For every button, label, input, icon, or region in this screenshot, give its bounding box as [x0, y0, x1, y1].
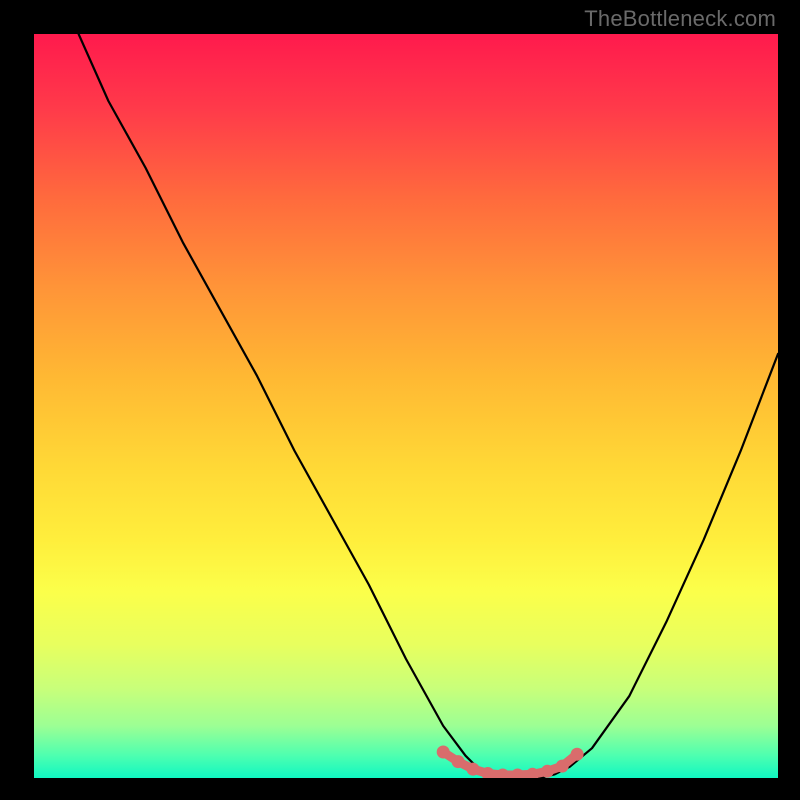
optimal-range-dot [511, 769, 524, 779]
optimal-range-markers [437, 746, 584, 779]
optimal-range-dot [571, 748, 584, 761]
optimal-range-dot [496, 769, 509, 779]
bottleneck-curve [79, 34, 778, 778]
optimal-range-dot [541, 765, 554, 778]
optimal-range-dot [437, 746, 450, 759]
plot-area [34, 34, 778, 778]
optimal-range-dot [452, 755, 465, 768]
optimal-range-dot [556, 760, 569, 773]
chart-svg [34, 34, 778, 778]
optimal-range-dot [467, 763, 480, 776]
watermark-text: TheBottleneck.com [584, 6, 776, 32]
chart-frame: TheBottleneck.com [0, 0, 800, 800]
